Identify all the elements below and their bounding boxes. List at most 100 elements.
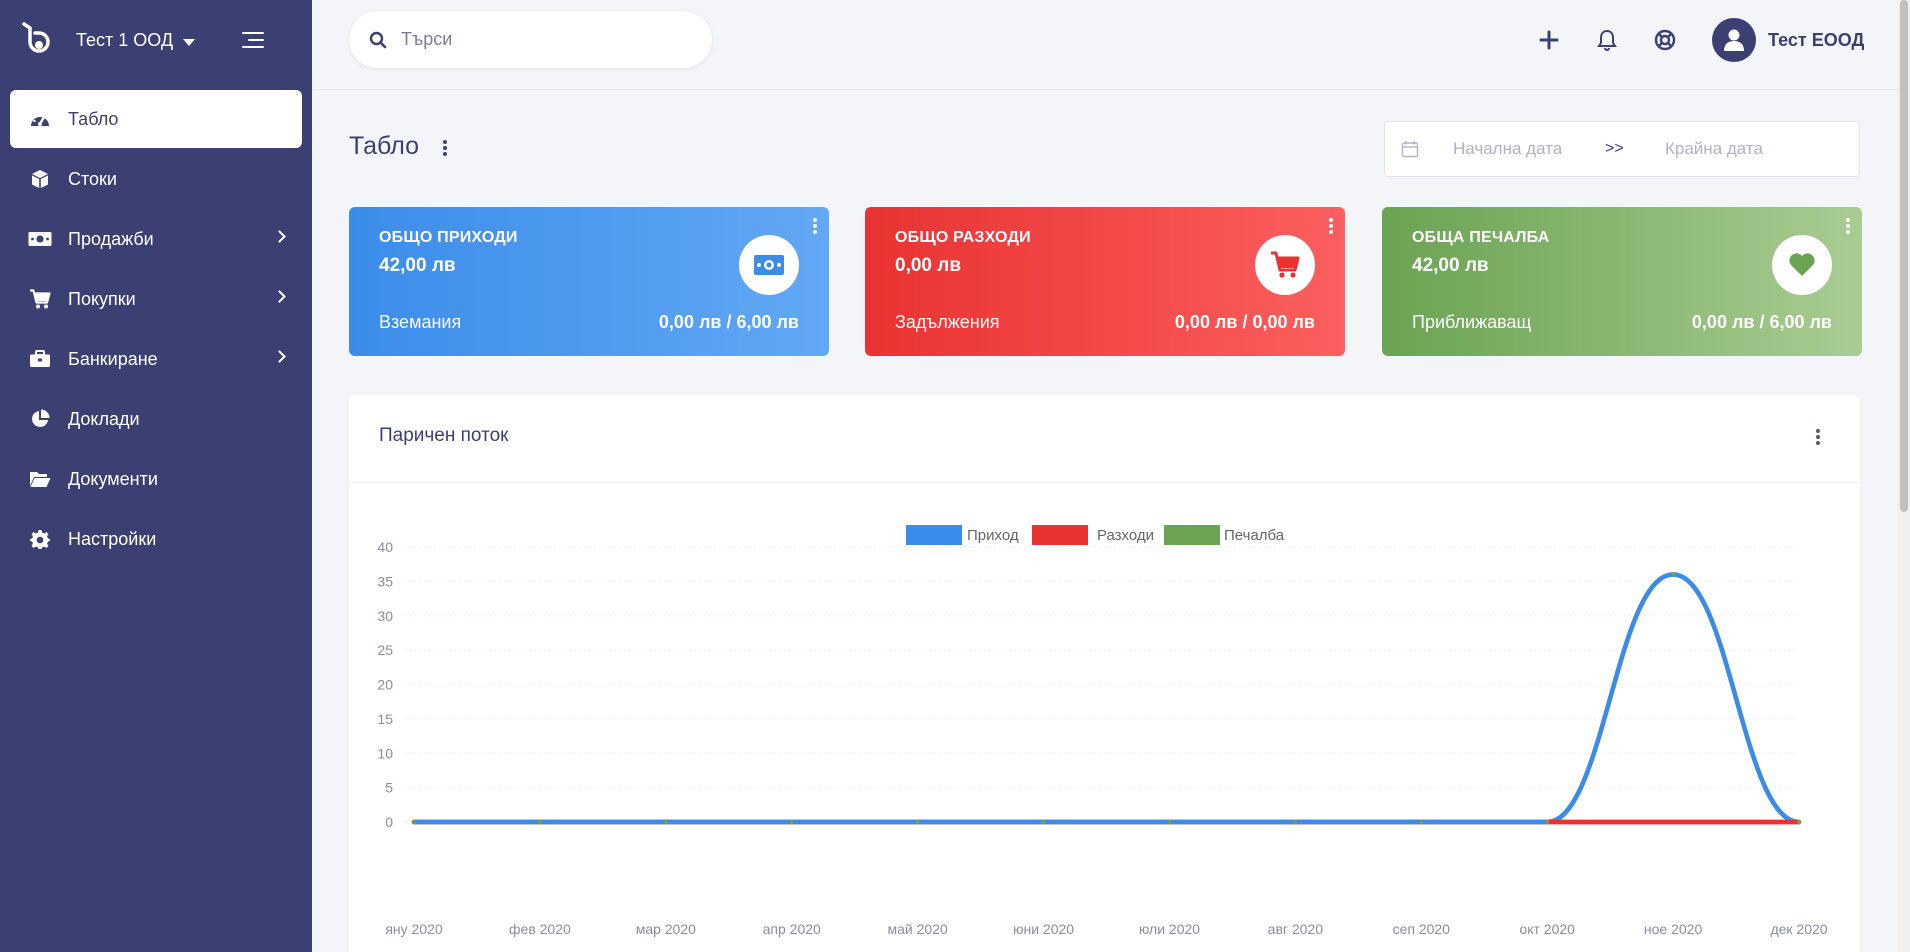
scrollbar-thumb[interactable]	[1900, 0, 1908, 512]
card-options-icon[interactable]	[1329, 218, 1333, 236]
sidebar-item-2[interactable]: Продажби	[10, 210, 302, 268]
sidebar-item-4[interactable]: Банкиране	[10, 330, 302, 388]
sidebar-item-label: Настройки	[68, 528, 157, 549]
card-options-icon[interactable]	[813, 218, 817, 236]
card-footer-value: 0,00 лв / 0,00 лв	[1174, 312, 1315, 332]
card-footer-label: Вземания	[379, 312, 462, 332]
data-point	[1545, 820, 1550, 824]
legend-swatch	[1164, 525, 1220, 545]
x-tick-label: юли 2020	[1139, 921, 1200, 937]
card-icon-circle	[739, 235, 799, 295]
y-tick-label: 0	[385, 814, 393, 830]
page-scrollbar[interactable]	[1898, 0, 1910, 952]
sidebar-item-5[interactable]: Доклади	[10, 390, 302, 448]
search-input[interactable]	[401, 29, 661, 50]
chevron-right-icon	[273, 230, 286, 243]
card-total-expenses: ОБЩО РАЗХОДИ 0,00 лв Задължения 0,00 лв …	[865, 207, 1345, 356]
card-label: ОБЩО РАЗХОДИ	[895, 229, 1031, 246]
user-name: Тест ЕООД	[1768, 29, 1865, 50]
cashflow-chart: 0 5 10 15 20 25 30 35 40 яну 2020 фев 2020 мар 2020…	[377, 525, 1828, 937]
cart-icon	[1271, 251, 1300, 278]
card-label: ОБЩА ПЕЧАЛБА	[1412, 229, 1550, 246]
data-point	[1293, 820, 1298, 824]
card-footer-value: 0,00 лв / 6,00 лв	[658, 312, 799, 332]
app-logo-icon[interactable]	[18, 20, 58, 60]
data-point	[1419, 820, 1424, 824]
series-line	[411, 572, 1802, 825]
sidebar-item-0[interactable]: Табло	[10, 90, 302, 148]
y-tick-label: 15	[377, 711, 393, 727]
page-options-icon[interactable]	[441, 140, 449, 158]
sidebar-item-1[interactable]: Стоки	[10, 150, 302, 208]
sidebar-item-label: Продажби	[68, 228, 154, 249]
menu-toggle-icon[interactable]	[240, 32, 264, 50]
pie-chart-icon	[28, 407, 52, 431]
data-point	[915, 820, 920, 824]
company-name: Тест 1 ООД	[76, 29, 174, 50]
heart-icon	[1789, 253, 1815, 276]
legend-label: Приход	[967, 527, 1019, 544]
cart-icon	[28, 287, 52, 311]
user-menu[interactable]: Тест ЕООД	[1712, 16, 1864, 64]
user-icon	[1724, 29, 1744, 51]
data-point	[537, 820, 542, 824]
page-title: Табло	[349, 132, 420, 160]
y-tick-label: 5	[385, 780, 393, 796]
x-tick-label: юни 2020	[1013, 921, 1074, 937]
card-footer-value: 0,00 лв / 6,00 лв	[1691, 312, 1832, 332]
caret-down-icon	[183, 38, 196, 46]
x-tick-label: яну 2020	[385, 921, 443, 937]
x-tick-label: апр 2020	[763, 921, 821, 937]
box-icon	[28, 167, 52, 191]
avatar	[1712, 18, 1756, 62]
speedometer-icon	[28, 107, 52, 131]
y-tick-label: 40	[377, 539, 393, 555]
sidebar-nav: Табло Стоки Продажби Покупки Банкиране Доклад…	[0, 90, 312, 570]
company-switcher[interactable]: Тест 1 ООД	[76, 29, 196, 51]
data-point	[1671, 572, 1676, 577]
y-tick-label: 30	[377, 608, 393, 624]
card-options-icon[interactable]	[1846, 218, 1850, 236]
search-box	[349, 11, 712, 68]
help-lifebuoy-icon[interactable]	[1652, 27, 1678, 53]
x-tick-label: май 2020	[888, 921, 948, 937]
sidebar-item-6[interactable]: Документи	[10, 450, 302, 508]
card-amount: 0,00 лв	[895, 255, 962, 276]
legend-label: Печалба	[1224, 527, 1285, 544]
panel-options-icon[interactable]	[1816, 429, 1820, 447]
data-point	[1671, 820, 1676, 824]
date-range-picker[interactable]: Начална дата >> Крайна дата	[1384, 121, 1860, 177]
sidebar-item-label: Стоки	[68, 168, 117, 189]
cashflow-panel: Паричен поток 0 5 10 15 20 25 30 35 40 яну 2020 фе…	[349, 395, 1860, 952]
gear-icon	[28, 527, 52, 551]
card-amount: 42,00 лв	[379, 255, 456, 276]
add-icon[interactable]	[1536, 27, 1562, 53]
sidebar-item-label: Покупки	[68, 288, 136, 309]
series-line	[411, 572, 1802, 825]
card-footer-label: Задължения	[895, 312, 1000, 332]
data-point	[789, 820, 794, 824]
sidebar-item-3[interactable]: Покупки	[10, 270, 302, 328]
legend-swatch	[1032, 525, 1088, 545]
date-separator: >>	[1605, 140, 1624, 157]
card-icon-circle	[1772, 235, 1832, 295]
card-footer-label: Приближаващ	[1412, 312, 1532, 332]
data-point	[1041, 820, 1046, 824]
x-tick-label: окт 2020	[1519, 921, 1575, 937]
sidebar-item-label: Банкиране	[68, 348, 158, 369]
sidebar-item-7[interactable]: Настройки	[10, 510, 302, 568]
card-amount: 42,00 лв	[1412, 255, 1489, 276]
x-tick-label: сеп 2020	[1393, 921, 1451, 937]
y-tick-label: 10	[377, 745, 393, 761]
y-tick-label: 25	[377, 642, 393, 658]
money-icon	[28, 227, 52, 251]
data-point	[1167, 820, 1172, 824]
folder-open-icon	[28, 467, 52, 491]
legend-swatch	[906, 525, 962, 545]
data-point	[412, 820, 416, 824]
briefcase-icon	[28, 347, 52, 371]
chevron-right-icon	[273, 290, 286, 303]
bell-icon[interactable]	[1594, 27, 1620, 53]
date-start-field[interactable]: Начална дата	[1453, 139, 1562, 159]
date-end-field[interactable]: Крайна дата	[1665, 139, 1763, 159]
